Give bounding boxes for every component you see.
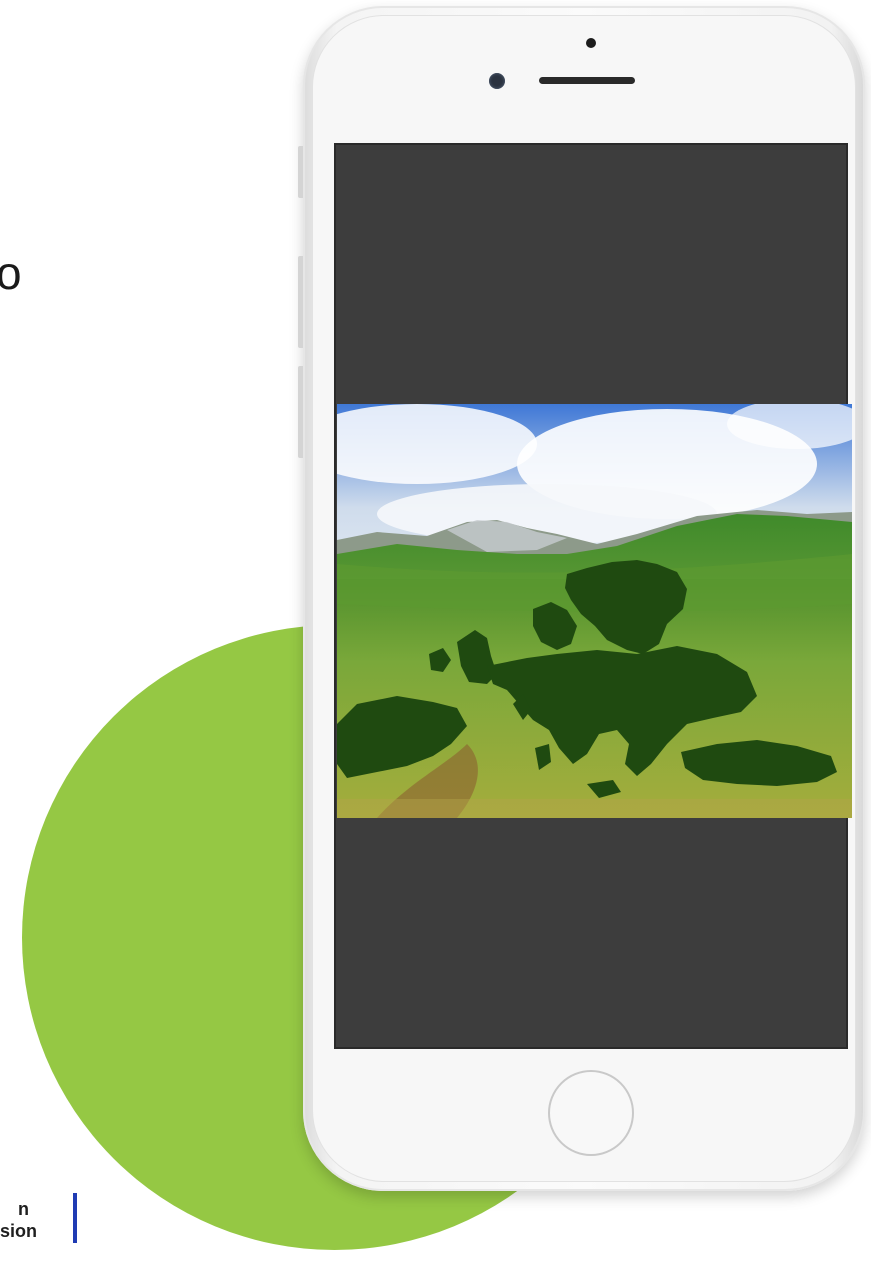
- logo-text-line-2: sion: [0, 1221, 38, 1241]
- logo-text-line-1: n: [18, 1199, 29, 1219]
- home-button-icon[interactable]: [548, 1070, 634, 1156]
- earpiece-speaker: [539, 77, 635, 84]
- europe-map-grass-photo: [337, 404, 852, 818]
- logo-divider-bar: [73, 1193, 77, 1243]
- mute-switch: [298, 146, 303, 198]
- partial-heading-text: o: [0, 247, 22, 299]
- volume-up-button: [298, 256, 303, 348]
- sensor-icon: [489, 73, 505, 89]
- camera-icon: [586, 38, 596, 48]
- slide-canvas: o n sion: [0, 0, 871, 1285]
- volume-down-button: [298, 366, 303, 458]
